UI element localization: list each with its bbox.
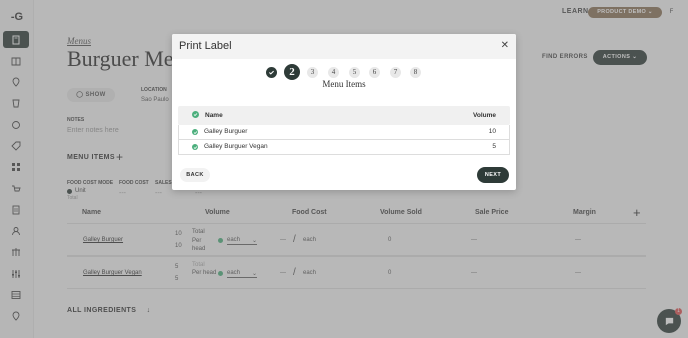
item-volume: 5 [492, 143, 496, 150]
item-name: Galley Burguer Vegan [204, 143, 268, 150]
step-7[interactable]: 7 [390, 67, 401, 78]
step-6[interactable]: 6 [369, 67, 380, 78]
back-button[interactable]: BACK [180, 168, 210, 182]
step-2-current[interactable]: 2 [284, 64, 300, 80]
menu-items-table: Name Volume Galley Burguer 10 Galley Bur… [178, 106, 510, 155]
row-check-icon[interactable] [192, 144, 198, 150]
col-header-name: Name [205, 112, 223, 119]
step-caption: Menu Items [322, 79, 366, 89]
table-row[interactable]: Galley Burguer Vegan 5 [178, 140, 510, 155]
step-3[interactable]: 3 [307, 67, 318, 78]
item-volume: 10 [488, 128, 496, 135]
close-icon[interactable]: ✕ [501, 40, 509, 51]
step-5[interactable]: 5 [349, 67, 360, 78]
stepper: 2 3 4 5 6 7 8 [266, 64, 426, 80]
modal-header: Print Label ✕ [172, 34, 516, 59]
col-header-volume: Volume [473, 112, 496, 119]
next-button[interactable]: NEXT [477, 167, 509, 183]
step-8[interactable]: 8 [410, 67, 421, 78]
step-4[interactable]: 4 [328, 67, 339, 78]
check-icon [269, 70, 274, 75]
modal-title: Print Label [179, 40, 232, 52]
step-1-complete[interactable] [266, 67, 277, 78]
row-check-icon[interactable] [192, 129, 198, 135]
table-header: Name Volume [178, 106, 510, 125]
print-label-modal: Print Label ✕ 2 3 4 5 6 7 8 Menu Items N… [172, 34, 516, 190]
item-name: Galley Burguer [204, 128, 248, 135]
select-all-check-icon[interactable] [192, 111, 199, 118]
table-row[interactable]: Galley Burguer 10 [178, 125, 510, 140]
